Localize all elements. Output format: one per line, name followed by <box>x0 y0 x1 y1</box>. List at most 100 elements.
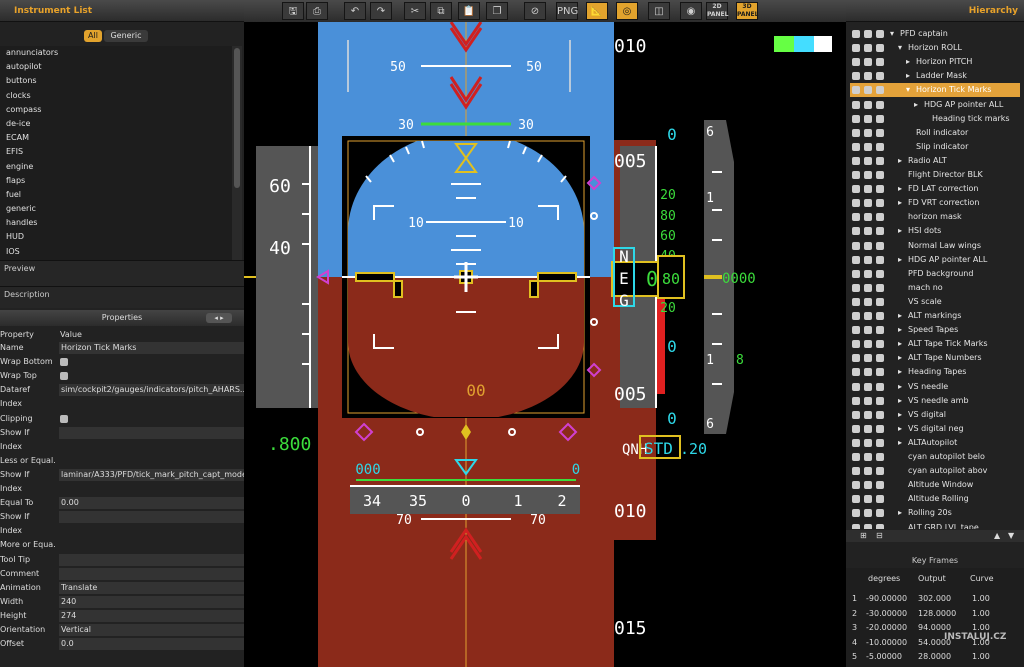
keyframe-cell-out[interactable]: 302.000 <box>918 592 951 605</box>
lock-icon[interactable] <box>864 142 872 151</box>
filter-generic-button[interactable]: Generic <box>104 30 148 42</box>
instrument-list-item[interactable]: annunciators <box>0 46 232 60</box>
instrument-list-item[interactable]: de-ice <box>0 117 232 131</box>
eye-icon[interactable] <box>852 453 860 461</box>
eye-icon[interactable] <box>852 44 860 53</box>
eye-icon[interactable] <box>852 213 860 222</box>
hierarchy-item[interactable]: ▸ VS needle amb <box>850 394 1020 408</box>
hierarchy-item[interactable]: ▸ Rolling 20s <box>850 506 1020 520</box>
target-button[interactable]: ◎ <box>616 2 638 20</box>
box-icon[interactable] <box>876 156 884 165</box>
eye-icon[interactable] <box>852 227 860 236</box>
eye-icon[interactable] <box>852 58 860 67</box>
panel-3d-button[interactable]: 3D PANEL <box>736 2 758 20</box>
lock-icon[interactable] <box>864 30 872 38</box>
instrument-list-scrollbar[interactable] <box>232 46 242 260</box>
hierarchy-item[interactable]: ▸ Heading Tapes <box>850 365 1020 379</box>
eye-icon[interactable] <box>852 185 860 194</box>
lock-icon[interactable] <box>864 340 872 349</box>
lock-icon[interactable] <box>864 185 872 194</box>
keyframe-cell-out[interactable]: 128.0000 <box>918 607 956 620</box>
box-icon[interactable] <box>876 283 884 292</box>
tree-arrow-icon[interactable]: ▸ <box>898 323 902 337</box>
eye-icon[interactable] <box>852 410 860 419</box>
keyframe-cell-curve[interactable]: 1.00 <box>972 607 990 620</box>
lock-icon[interactable] <box>864 213 872 222</box>
hierarchy-item[interactable]: ▾ Horizon Tick Marks <box>850 83 1020 98</box>
split-button[interactable]: ◫ <box>648 2 670 20</box>
hierarchy-item[interactable]: cyan autopilot abov <box>850 464 1020 478</box>
box-icon[interactable] <box>876 326 884 335</box>
keyframe-cell-curve[interactable]: 1.00 <box>972 650 990 663</box>
box-icon[interactable] <box>876 523 884 529</box>
box-icon[interactable] <box>876 453 884 461</box>
tree-arrow-icon[interactable]: ▸ <box>898 506 902 520</box>
globe-button[interactable]: ◉ <box>680 2 702 20</box>
tree-arrow-icon[interactable]: ▸ <box>906 55 910 69</box>
tree-arrow-icon[interactable]: ▸ <box>898 253 902 267</box>
panel-2d-button[interactable]: 2D PANEL <box>706 2 728 20</box>
hierarchy-item[interactable]: cyan autopilot belo <box>850 450 1020 464</box>
lock-icon[interactable] <box>864 241 872 250</box>
eye-icon[interactable] <box>852 269 860 278</box>
ruler-button[interactable]: 📐 <box>586 2 608 20</box>
instrument-list-item[interactable]: ECAM <box>0 131 232 145</box>
eye-icon[interactable] <box>852 396 860 405</box>
hierarchy-item[interactable]: ▸ HDG AP pointer ALL <box>850 98 1020 112</box>
eye-icon[interactable] <box>852 340 860 349</box>
eye-icon[interactable] <box>852 283 860 292</box>
eye-icon[interactable] <box>852 438 860 447</box>
eye-icon[interactable] <box>852 100 860 109</box>
lock-icon[interactable] <box>864 382 872 391</box>
eye-icon[interactable] <box>852 495 860 504</box>
instrument-list-item[interactable]: autopilot <box>0 60 232 74</box>
tree-arrow-icon[interactable]: ▸ <box>898 380 902 394</box>
hierarchy-item[interactable]: ▸ ALT markings <box>850 309 1020 323</box>
lock-icon[interactable] <box>864 128 872 137</box>
lock-icon[interactable] <box>864 171 872 179</box>
lock-icon[interactable] <box>864 114 872 123</box>
hierarchy-item[interactable]: Altitude Rolling <box>850 492 1020 506</box>
eye-icon[interactable] <box>852 382 860 391</box>
swatch-green[interactable] <box>774 36 794 52</box>
lock-icon[interactable] <box>864 199 872 208</box>
keyframe-cell-n[interactable]: 5 <box>852 650 857 663</box>
lock-icon[interactable] <box>864 410 872 419</box>
eye-icon[interactable] <box>852 354 860 363</box>
eye-icon[interactable] <box>852 142 860 151</box>
property-checkbox[interactable] <box>60 358 68 367</box>
hierarchy-item[interactable]: ▸ Radio ALT <box>850 154 1020 168</box>
property-value-field[interactable] <box>59 511 244 524</box>
hierarchy-item[interactable]: ▸ HDG AP pointer ALL <box>850 253 1020 267</box>
box-icon[interactable] <box>876 424 884 433</box>
property-value-field[interactable]: sim/cockpit2/gauges/indicators/pitch_AHA… <box>59 384 244 397</box>
keyframe-cell-deg[interactable]: -5.00000 <box>866 650 902 663</box>
eye-icon[interactable] <box>852 523 860 529</box>
keyframe-cell-deg[interactable]: -10.00000 <box>866 636 907 649</box>
box-icon[interactable] <box>876 44 884 53</box>
keyframe-cell-deg[interactable]: -30.00000 <box>866 607 907 620</box>
box-icon[interactable] <box>876 269 884 278</box>
lock-icon[interactable] <box>864 283 872 292</box>
undo-button[interactable]: ↶ <box>344 2 366 20</box>
box-icon[interactable] <box>876 100 884 109</box>
hierarchy-item[interactable]: ▸ Ladder Mask <box>850 69 1020 83</box>
property-value-field[interactable] <box>59 567 244 580</box>
eye-icon[interactable] <box>852 114 860 123</box>
cut-button[interactable]: ✂ <box>404 2 426 20</box>
lock-icon[interactable] <box>864 368 872 377</box>
tree-arrow-icon[interactable]: ▾ <box>890 27 894 41</box>
scrollbar-thumb[interactable] <box>234 48 240 188</box>
property-value-field[interactable]: 0.0 <box>59 638 244 651</box>
hierarchy-item[interactable]: ▾ Horizon ROLL <box>850 41 1020 55</box>
lock-icon[interactable] <box>864 58 872 67</box>
lock-icon[interactable] <box>864 100 872 109</box>
eye-icon[interactable] <box>852 30 860 38</box>
property-value-field[interactable]: 274 <box>59 609 244 622</box>
tree-arrow-icon[interactable]: ▸ <box>898 436 902 450</box>
box-icon[interactable] <box>876 255 884 264</box>
eye-icon[interactable] <box>852 72 860 81</box>
box-icon[interactable] <box>876 354 884 363</box>
lock-icon[interactable] <box>864 269 872 278</box>
hierarchy-item[interactable]: Normal Law wings <box>850 239 1020 253</box>
